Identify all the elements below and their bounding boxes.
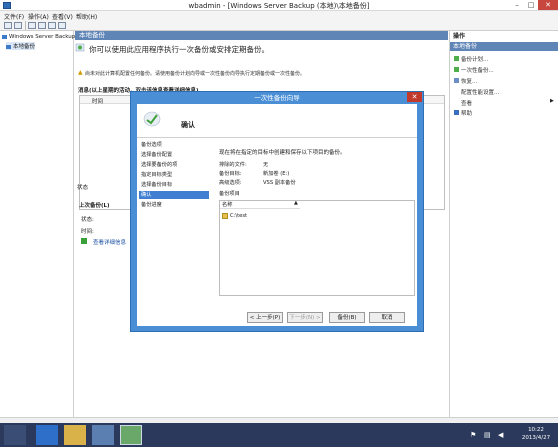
column-time[interactable]: 时间 bbox=[92, 97, 103, 105]
step-backup-options[interactable]: 备份选项 bbox=[139, 141, 209, 149]
action-recover[interactable]: 恢复... bbox=[461, 77, 477, 85]
backup-items-list[interactable]: 名称 ▲ C:\test bbox=[219, 200, 415, 296]
help-icon bbox=[454, 110, 459, 115]
taskbar-clock[interactable]: 10:22 2013/4/27 bbox=[516, 426, 556, 442]
step-backup-config[interactable]: 选择备份配置 bbox=[139, 151, 209, 159]
folder-icon bbox=[222, 213, 228, 219]
powershell-icon[interactable] bbox=[36, 425, 58, 445]
flag-icon[interactable]: ⚑ bbox=[470, 431, 476, 439]
step-select-items[interactable]: 选择要备份的项 bbox=[139, 161, 209, 169]
details-icon bbox=[81, 238, 87, 244]
backup-once-wizard: 一次性备份向导 ✕ 确认 备份选项 选择备份配置 选择要备份的项 指定目标类型 … bbox=[130, 91, 424, 332]
recover-icon bbox=[454, 78, 459, 83]
wizard-body: 确认 备份选项 选择备份配置 选择要备份的项 指定目标类型 选择备份目标 确认 … bbox=[137, 104, 417, 326]
tree-local-backup[interactable]: 本地备份 bbox=[6, 42, 36, 50]
taskbar: ⚑ ▤ ◀ 10:22 2013/4/27 bbox=[0, 423, 558, 447]
toolbar bbox=[0, 20, 558, 31]
console-icon[interactable] bbox=[38, 22, 46, 29]
warning-text: 尚未对此计算机配置任何备份。请使用备份计划向导或一次性备份向导执行定期备份或一次… bbox=[85, 71, 306, 77]
chevron-right-icon: ▶ bbox=[550, 98, 554, 104]
window-title: wbadmin - [Windows Server Backup (本地)\本地… bbox=[188, 2, 370, 10]
backup-destination-value: 新加卷 (E:) bbox=[263, 171, 290, 177]
properties-icon[interactable] bbox=[58, 22, 66, 29]
backup-destination-label: 备份目标: bbox=[219, 171, 242, 177]
intro-text: 你可以使用此应用程序执行一次备份或安排定期备份。 bbox=[89, 45, 269, 54]
clock-date: 2013/4/27 bbox=[521, 435, 551, 441]
network-icon[interactable]: ▤ bbox=[484, 431, 491, 439]
view-details-link[interactable]: 查看详细信息 bbox=[93, 238, 126, 246]
advanced-options-label: 高级选项: bbox=[219, 180, 242, 186]
wizard-page-title: 确认 bbox=[181, 121, 195, 129]
warning-icon: ▲ bbox=[78, 69, 83, 76]
minimize-button[interactable]: – bbox=[510, 0, 524, 10]
tree-root[interactable]: Windows Server Backup bbox=[2, 34, 75, 40]
excluded-files-value: 无 bbox=[263, 162, 269, 168]
wizard-description: 现在将在指定的目标中创建和保存以下项目的备份。 bbox=[219, 150, 346, 156]
action-backup-schedule[interactable]: 备份计划... bbox=[461, 55, 488, 63]
file-explorer-icon[interactable] bbox=[64, 425, 86, 445]
backup-items-label: 备份项目 bbox=[219, 191, 240, 197]
action-help[interactable]: 帮助 bbox=[461, 109, 472, 117]
action-configure-performance[interactable]: 配置性能设置... bbox=[461, 88, 499, 96]
action-view[interactable]: 查看 bbox=[461, 99, 472, 107]
back-arrow-icon[interactable] bbox=[4, 22, 12, 29]
forward-arrow-icon[interactable] bbox=[14, 22, 22, 29]
step-select-destination[interactable]: 选择备份目标 bbox=[139, 181, 209, 189]
next-button[interactable]: 下一步(N) > bbox=[287, 312, 323, 323]
tree-child-label: 本地备份 bbox=[13, 44, 36, 50]
server-manager-icon[interactable] bbox=[4, 425, 26, 445]
wbadmin-taskbar-icon[interactable] bbox=[120, 425, 142, 445]
local-backup-icon bbox=[6, 44, 11, 49]
wizard-close-button[interactable]: ✕ bbox=[407, 92, 422, 102]
pane-header: 本地备份 bbox=[75, 31, 448, 40]
tree-pane: Windows Server Backup 本地备份 bbox=[0, 31, 75, 417]
show-tree-icon[interactable] bbox=[28, 22, 36, 29]
maximize-button[interactable]: □ bbox=[524, 0, 538, 10]
close-button[interactable]: ✕ bbox=[538, 0, 558, 10]
step-destination-type[interactable]: 指定目标类型 bbox=[139, 171, 209, 179]
remote-desktop-icon[interactable] bbox=[92, 425, 114, 445]
sort-arrow-icon: ▲ bbox=[294, 200, 298, 206]
step-backup-progress[interactable]: 备份进度 bbox=[139, 201, 209, 209]
server-backup-icon bbox=[2, 34, 7, 39]
help-icon[interactable] bbox=[48, 22, 56, 29]
backup-wizard-icon bbox=[143, 111, 161, 127]
wizard-steps: 备份选项 选择备份配置 选择要备份的项 指定目标类型 选择备份目标 确认 备份进… bbox=[137, 139, 209, 326]
window-titlebar: wbadmin - [Windows Server Backup (本地)\本地… bbox=[0, 0, 558, 11]
list-item[interactable]: C:\test bbox=[230, 213, 247, 219]
cancel-button[interactable]: 取消 bbox=[369, 312, 405, 323]
wizard-header: 确认 bbox=[137, 104, 417, 138]
status-label: 状态 bbox=[77, 185, 89, 191]
clock-time: 10:22 bbox=[528, 427, 544, 433]
step-confirm[interactable]: 确认 bbox=[139, 191, 209, 199]
tree-root-label: Windows Server Backup bbox=[9, 34, 76, 40]
schedule-icon bbox=[454, 56, 459, 61]
last-backup-label: 上次备份(L) bbox=[79, 203, 110, 209]
items-column-label: 名称 bbox=[222, 202, 233, 208]
backup-button[interactable]: 备份(B) bbox=[329, 312, 365, 323]
backup-icon bbox=[75, 43, 85, 52]
excluded-files-label: 排除的文件: bbox=[219, 162, 247, 168]
advanced-options-value: VSS 副本备份 bbox=[263, 180, 296, 186]
action-backup-once[interactable]: 一次性备份... bbox=[461, 66, 494, 74]
volume-icon[interactable]: ◀ bbox=[498, 431, 503, 439]
actions-subheader[interactable]: 本地备份 bbox=[450, 42, 558, 51]
once-backup-icon bbox=[454, 67, 459, 72]
actions-header: 操作 bbox=[453, 33, 466, 40]
back-button[interactable]: < 上一步(P) bbox=[247, 312, 283, 323]
actions-pane: 操作 本地备份 备份计划... 一次性备份... 恢复... 配置性能设置...… bbox=[449, 31, 558, 417]
menubar: 文件(F) 操作(A) 查看(V) 帮助(H) bbox=[0, 11, 558, 21]
items-column-name[interactable]: 名称 ▲ bbox=[220, 200, 300, 209]
wizard-title: 一次性备份向导 bbox=[254, 94, 300, 102]
toolbar-separator bbox=[25, 21, 26, 30]
status-state: 状态: bbox=[81, 217, 94, 223]
status-time: 时间: bbox=[81, 229, 94, 235]
